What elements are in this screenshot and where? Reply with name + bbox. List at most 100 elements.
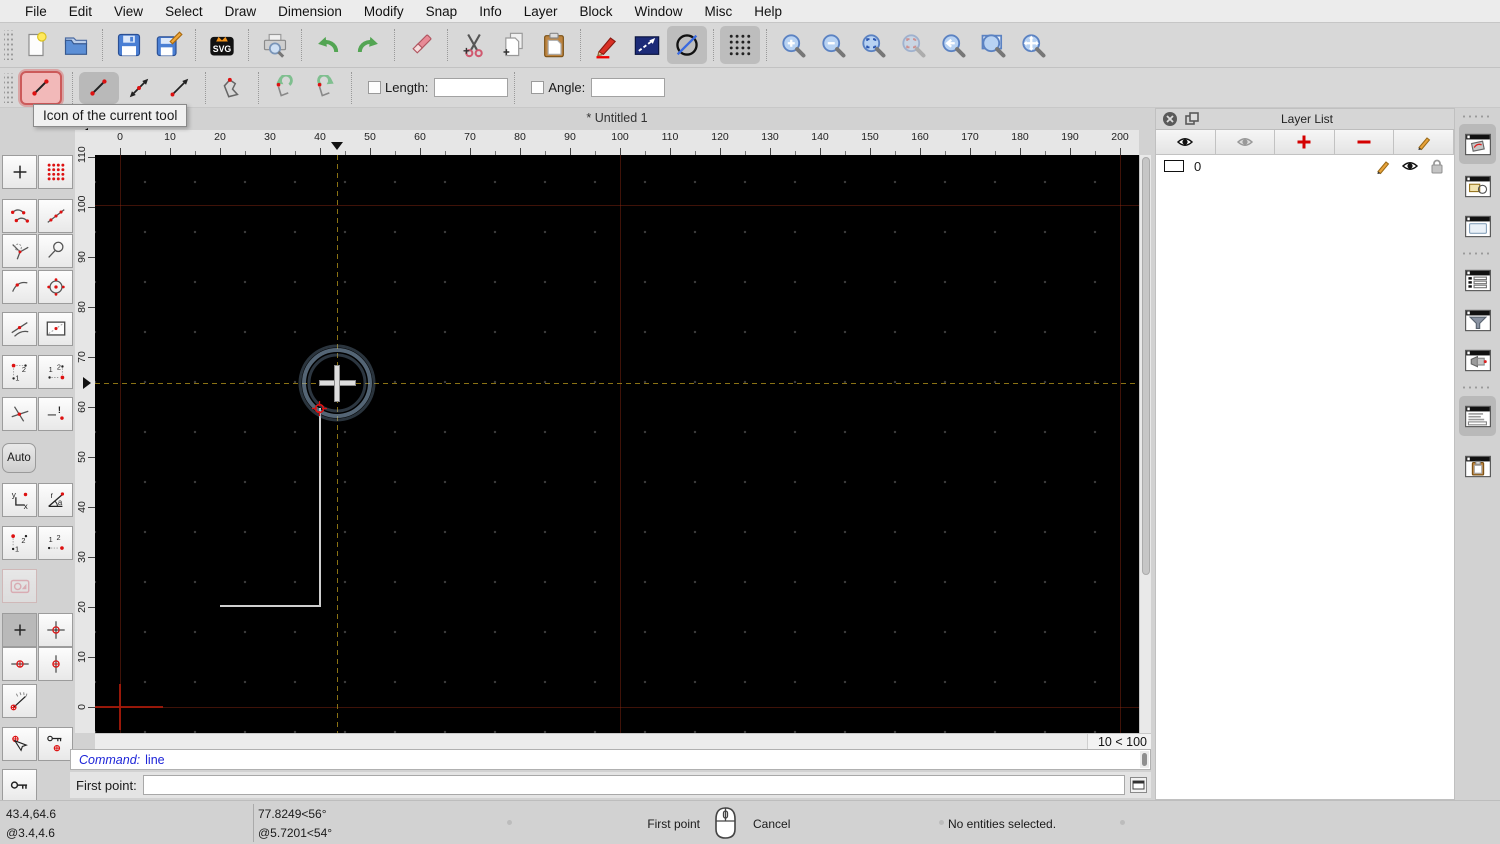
- snap-sequence-b-button[interactable]: 12: [38, 355, 73, 389]
- restrict-horizontal-button[interactable]: [2, 647, 37, 681]
- menu-info[interactable]: Info: [468, 0, 513, 23]
- undo-button[interactable]: [308, 26, 348, 64]
- snap-tangent-button[interactable]: [2, 312, 37, 346]
- zoom-in-button[interactable]: [773, 26, 813, 64]
- save-file-button[interactable]: [109, 26, 149, 64]
- snap-intersection-manual-button[interactable]: !: [38, 397, 73, 431]
- snap-on-entity-button[interactable]: [38, 199, 73, 233]
- menu-snap[interactable]: Snap: [415, 0, 469, 23]
- menu-modify[interactable]: Modify: [353, 0, 415, 23]
- layer-row[interactable]: 0: [1156, 155, 1454, 177]
- relative-zero-key-button[interactable]: [2, 769, 37, 803]
- coord-polar-button[interactable]: ra: [38, 483, 73, 517]
- cut-button[interactable]: [454, 26, 494, 64]
- print-preview-button[interactable]: [255, 26, 295, 64]
- hide-all-layers-button[interactable]: [1215, 130, 1276, 154]
- menu-file[interactable]: File: [14, 0, 58, 23]
- menu-block[interactable]: Block: [569, 0, 624, 23]
- current-tool-button[interactable]: [20, 70, 62, 105]
- new-file-button[interactable]: [16, 26, 56, 64]
- menu-edit[interactable]: Edit: [58, 0, 103, 23]
- angle-input[interactable]: [591, 78, 666, 97]
- redo-segment-button[interactable]: [305, 72, 345, 104]
- draft-mode-button[interactable]: [667, 26, 707, 64]
- menu-help[interactable]: Help: [743, 0, 793, 23]
- block-list-dock-button[interactable]: [1459, 166, 1496, 206]
- command-window-button[interactable]: [1130, 777, 1147, 793]
- command-input[interactable]: [142, 775, 1125, 795]
- pen-draw-button[interactable]: [587, 26, 627, 64]
- corner-sequence-a-button[interactable]: 21: [2, 526, 37, 560]
- restrict-nothing-button[interactable]: [2, 613, 37, 647]
- grid-toggle-button[interactable]: [720, 26, 760, 64]
- polyline-button[interactable]: [212, 72, 252, 104]
- menu-select[interactable]: Select: [154, 0, 214, 23]
- clipboard-dock-button[interactable]: [1459, 446, 1496, 486]
- snap-endpoints-button[interactable]: [2, 199, 37, 233]
- menu-view[interactable]: View: [103, 0, 154, 23]
- menu-layer[interactable]: Layer: [513, 0, 569, 23]
- layer-color-swatch[interactable]: [1164, 160, 1184, 172]
- menu-draw[interactable]: Draw: [214, 0, 268, 23]
- open-file-button[interactable]: [56, 26, 96, 64]
- drawing-canvas[interactable]: [95, 155, 1139, 733]
- paste-button[interactable]: [534, 26, 574, 64]
- zoom-previous-button[interactable]: [933, 26, 973, 64]
- line-segments-button[interactable]: [79, 71, 119, 104]
- snap-center-arc-button[interactable]: [2, 234, 37, 268]
- layer-visibility-icon[interactable]: [1401, 157, 1419, 175]
- menu-dimension[interactable]: Dimension: [267, 0, 353, 23]
- horizontal-scrollbar-track[interactable]: [95, 734, 1087, 750]
- layer-list-dock-button[interactable]: [1459, 124, 1496, 164]
- command-line-dock-button[interactable]: [1459, 396, 1496, 436]
- menu-window[interactable]: Window: [624, 0, 694, 23]
- snap-middle-button[interactable]: [38, 234, 73, 268]
- command-scrollbar[interactable]: [1140, 751, 1149, 768]
- snap-sequence-a-button[interactable]: 21: [2, 355, 37, 389]
- float-panel-icon[interactable]: [1184, 111, 1200, 127]
- snap-distance-button[interactable]: [2, 270, 37, 304]
- zoom-window-button[interactable]: [973, 26, 1013, 64]
- length-input[interactable]: [434, 78, 509, 97]
- show-all-layers-button[interactable]: [1156, 130, 1216, 154]
- vertical-scrollbar[interactable]: [1139, 155, 1151, 733]
- close-icon[interactable]: [1162, 111, 1178, 127]
- attributes-button[interactable]: [627, 26, 667, 64]
- toolbar-drag-handle[interactable]: [1461, 114, 1493, 119]
- menu-misc[interactable]: Misc: [694, 0, 744, 23]
- copy-button[interactable]: [494, 26, 534, 64]
- remove-layer-button[interactable]: [1334, 130, 1395, 154]
- line-2-arrows-button[interactable]: [119, 72, 159, 104]
- zoom-out-button[interactable]: [813, 26, 853, 64]
- snap-reference-button[interactable]: [38, 312, 73, 346]
- snap-intersection-button[interactable]: [2, 397, 37, 431]
- save-as-button[interactable]: [149, 26, 189, 64]
- snap-center-button[interactable]: [38, 270, 73, 304]
- angle-gauge-button[interactable]: [2, 684, 37, 718]
- modify-layer-button[interactable]: [1394, 130, 1454, 154]
- corner-sequence-b-button[interactable]: 12: [38, 526, 73, 560]
- restrict-orthogonal-button[interactable]: [38, 613, 73, 647]
- lock-relative-zero-button[interactable]: [38, 727, 73, 761]
- selection-filter-dock-button[interactable]: [1459, 300, 1496, 340]
- plugin-dock-button[interactable]: [1459, 340, 1496, 380]
- toolbar-drag-handle[interactable]: [4, 72, 13, 103]
- undo-segment-button[interactable]: [265, 72, 305, 104]
- angle-checkbox[interactable]: [531, 81, 545, 94]
- snap-grid-button[interactable]: [38, 155, 73, 189]
- eraser-button[interactable]: [401, 26, 441, 64]
- library-browser-dock-button[interactable]: [1459, 206, 1496, 246]
- vertical-scrollbar-thumb[interactable]: [1142, 157, 1150, 575]
- auto-snap-button[interactable]: Auto: [2, 443, 36, 473]
- layer-lock-icon[interactable]: [1428, 157, 1446, 175]
- length-checkbox[interactable]: [368, 81, 381, 94]
- entity-list-dock-button[interactable]: [1459, 260, 1496, 300]
- snap-free-button[interactable]: [2, 155, 37, 189]
- command-history[interactable]: Command: line: [70, 749, 1151, 770]
- set-relative-zero-button[interactable]: [2, 727, 37, 761]
- restrict-vertical-button[interactable]: [38, 647, 73, 681]
- edit-layer-icon[interactable]: [1374, 157, 1392, 175]
- zoom-auto-button[interactable]: [853, 26, 893, 64]
- export-svg-button[interactable]: SVG: [202, 26, 242, 64]
- coord-cartesian-button[interactable]: yx: [2, 483, 37, 517]
